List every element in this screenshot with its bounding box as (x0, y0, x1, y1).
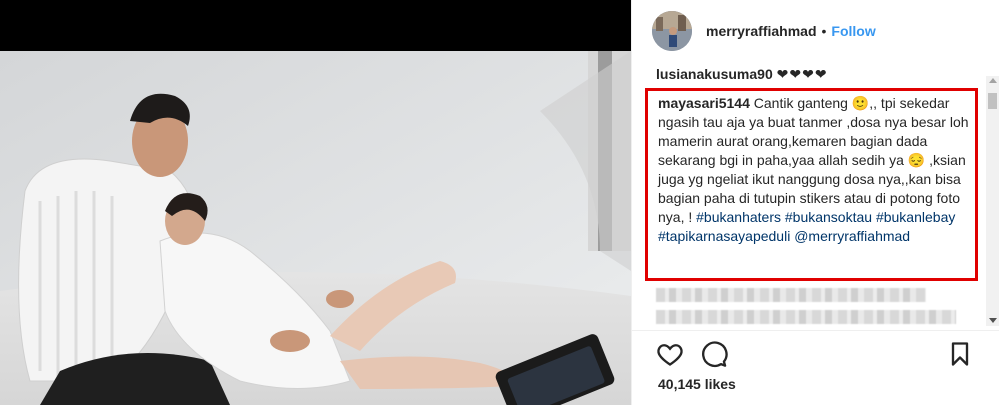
username-link[interactable]: merryraffiahmad (706, 23, 817, 39)
avatar[interactable] (652, 11, 692, 51)
comment-text: ❤❤❤❤ (776, 66, 828, 82)
follow-button[interactable]: Follow (831, 23, 875, 39)
comment-icon-glyph (702, 341, 728, 368)
post-details-panel: merryraffiahmad • Follow lusianakusuma90… (631, 0, 999, 405)
separator-dot: • (821, 23, 827, 39)
post-header: merryraffiahmad • Follow (632, 0, 999, 62)
hashtag-link[interactable]: #bukanhaters (696, 209, 781, 225)
blurred-comment-line (656, 288, 926, 302)
likes-count[interactable]: 40,145 likes (658, 376, 736, 392)
bookmark-icon[interactable] (946, 340, 974, 368)
heart-icon[interactable] (656, 340, 684, 368)
comment-username[interactable]: mayasari5144 (658, 95, 750, 111)
comments-scrollbar[interactable] (986, 76, 999, 326)
scroll-thumb[interactable] (988, 93, 997, 109)
heart-icon-glyph (657, 344, 683, 366)
hashtag-link[interactable]: #tapikarnasayapeduli (658, 228, 790, 244)
scroll-up-arrow-icon[interactable] (989, 78, 997, 83)
comment-icon[interactable] (700, 340, 728, 368)
instagram-post-view: merryraffiahmad • Follow lusianakusuma90… (0, 0, 999, 405)
post-photo[interactable] (0, 51, 631, 405)
partial-comment: lusianakusuma90 ❤❤❤❤ (656, 66, 828, 83)
hashtag-link[interactable]: #bukanlebay (876, 209, 955, 225)
highlighted-comment: mayasari5144 Cantik ganteng 🙂,, tpi seke… (658, 94, 976, 246)
mention-link[interactable]: @merryraffiahmad (794, 228, 910, 244)
comment-text: Cantik ganteng 🙂,, tpi sekedar ngasih ta… (658, 95, 969, 225)
highlighted-comment-box: mayasari5144 Cantik ganteng 🙂,, tpi seke… (645, 88, 978, 281)
action-bar (632, 330, 999, 375)
comments-list: lusianakusuma90 ❤❤❤❤ mayasari5144 Cantik… (632, 62, 999, 330)
hashtag-link[interactable]: #bukansoktau (785, 209, 872, 225)
photo-illustration (0, 51, 631, 405)
scroll-down-arrow-icon[interactable] (989, 318, 997, 323)
avatar-image (652, 11, 692, 51)
blurred-comment-line (656, 310, 956, 324)
bookmark-icon-glyph (951, 342, 969, 366)
comment-username[interactable]: lusianakusuma90 (656, 66, 773, 82)
post-media (0, 0, 631, 405)
